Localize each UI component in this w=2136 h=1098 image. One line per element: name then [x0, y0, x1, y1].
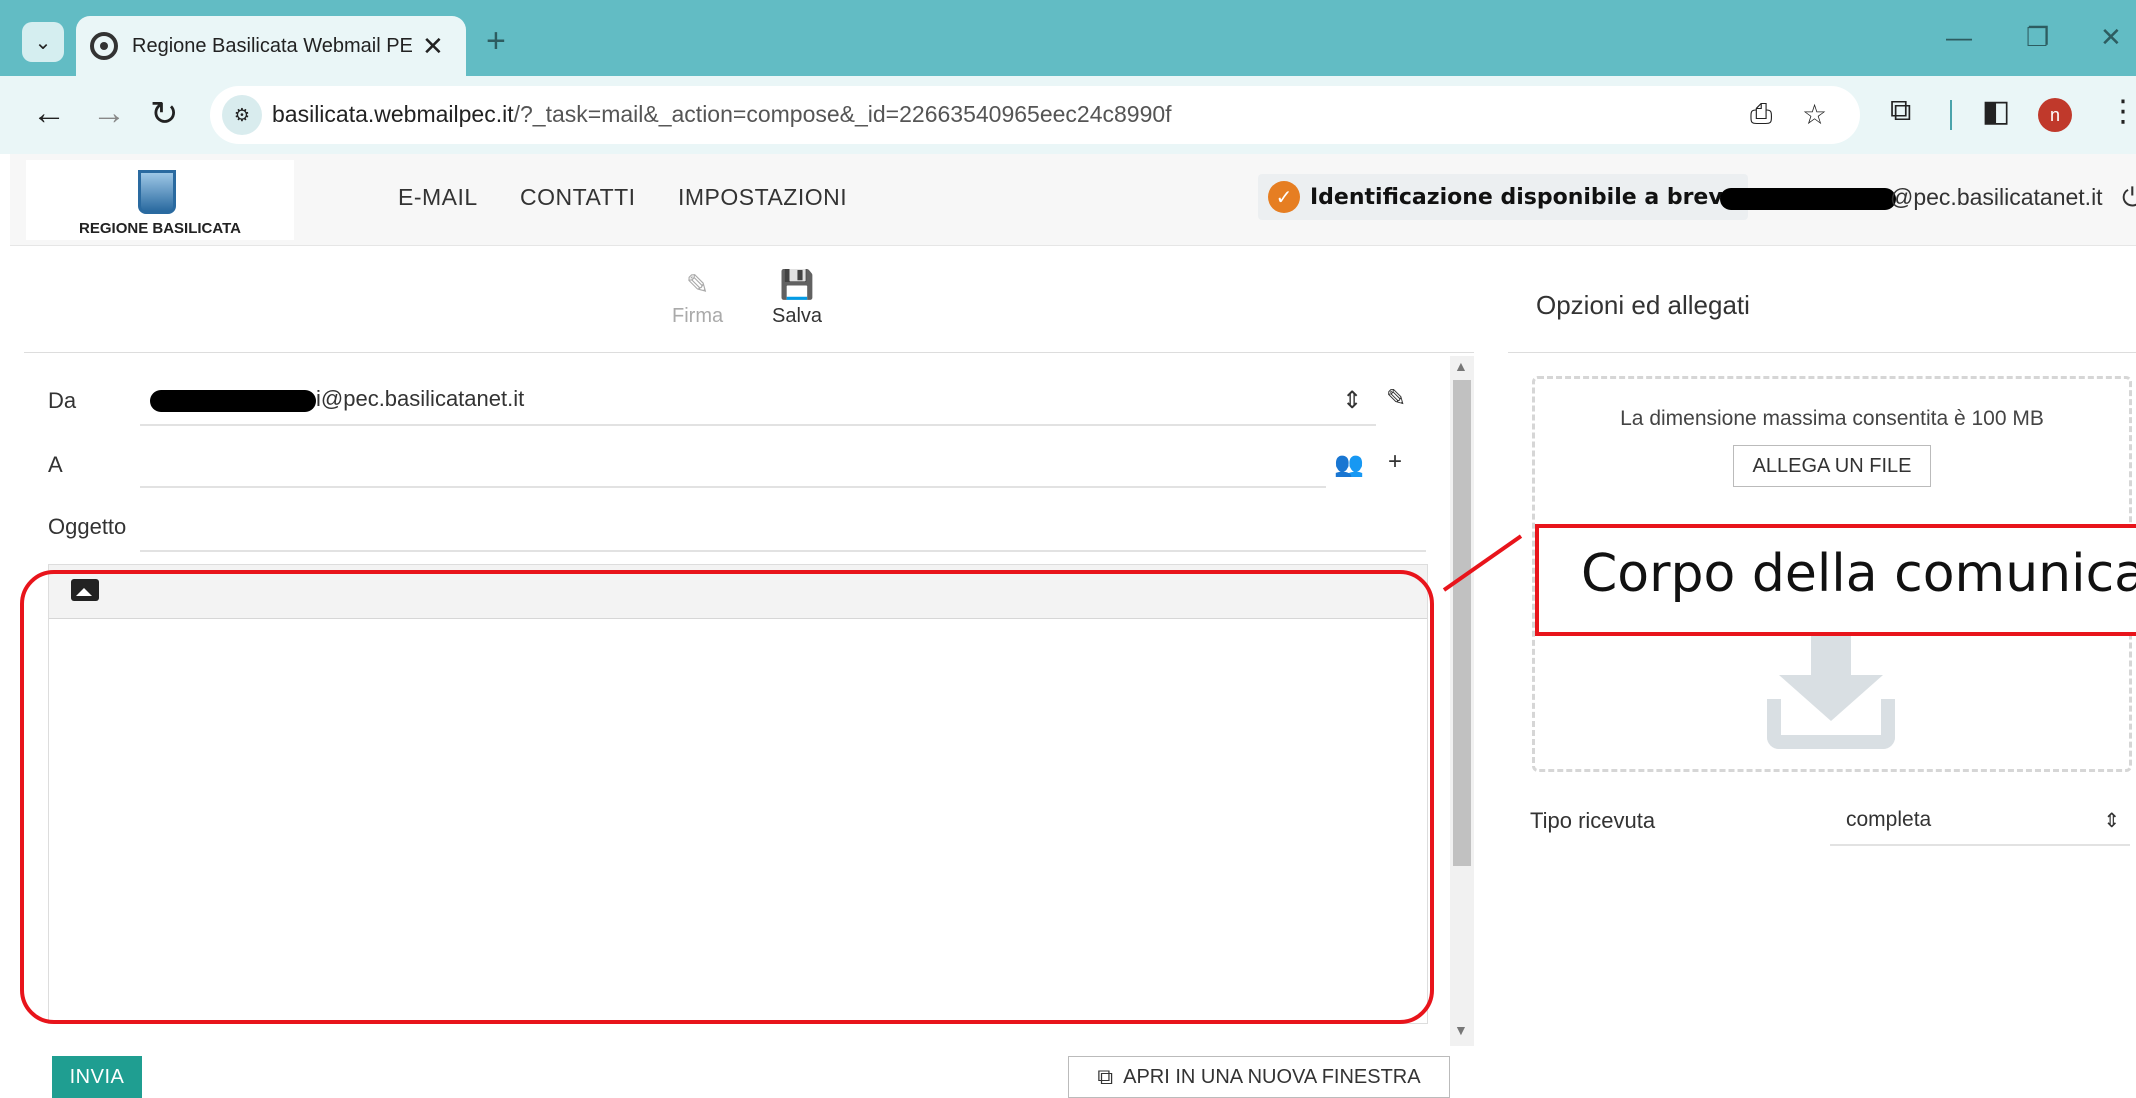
- address-url[interactable]: basilicata.webmailpec.it/?_task=mail&_ac…: [272, 101, 1172, 128]
- browser-tab-active[interactable]: Regione Basilicata Webmail PEC ✕: [76, 16, 466, 76]
- firma-button[interactable]: ✎ Firma: [672, 268, 723, 328]
- chevron-down-icon: ⌄: [34, 31, 52, 54]
- to-input[interactable]: [140, 486, 1326, 488]
- add-recipient-icon[interactable]: +: [1388, 448, 1402, 476]
- firma-label: Firma: [672, 305, 724, 327]
- identification-text: Identificazione disponibile a breve: [1310, 184, 1738, 210]
- address-bar[interactable]: ⚙ basilicata.webmailpec.it/?_task=mail&_…: [210, 86, 1860, 144]
- receipt-type-select[interactable]: completa ⇕: [1830, 800, 2130, 846]
- scroll-up-icon[interactable]: ▲: [1454, 358, 1468, 374]
- send-button[interactable]: INVIA: [52, 1056, 142, 1098]
- extensions-puzzle-icon[interactable]: ⧉: [1890, 94, 1911, 128]
- url-path: /?_task=mail&_action=compose&_id=2266354…: [513, 101, 1172, 127]
- to-label: A: [48, 452, 63, 477]
- annotation-text: Corpo della comunicazione: [1581, 544, 2136, 604]
- toolbar-divider: [1950, 100, 1952, 130]
- logout-power-icon[interactable]: ⏻: [2122, 182, 2136, 214]
- scroll-thumb[interactable]: [1453, 380, 1471, 866]
- menu-email[interactable]: E-MAIL: [398, 184, 478, 211]
- receipt-type-label: Tipo ricevuta: [1530, 808, 1656, 833]
- tab-title: Regione Basilicata Webmail PEC: [132, 34, 412, 57]
- reload-icon[interactable]: ↻: [150, 94, 179, 134]
- verified-check-icon: ✓: [1268, 181, 1300, 213]
- browser-navbar: ← → ↻ ⚙ basilicata.webmailpec.it/?_task=…: [0, 76, 2136, 154]
- tab-close-icon[interactable]: ✕: [422, 31, 444, 62]
- forward-icon[interactable]: →: [92, 94, 126, 133]
- toolbar-divider-line: [24, 352, 1474, 353]
- from-label: Da: [48, 388, 77, 413]
- user-email: @pec.basilicatanet.it: [1890, 184, 2103, 210]
- body-highlight-annotation: [20, 570, 1434, 1024]
- new-tab-button[interactable]: +: [486, 22, 506, 61]
- salva-label: Salva: [772, 305, 823, 327]
- subject-label: Oggetto: [48, 514, 127, 539]
- annotation-callout: Corpo della comunicazione: [1535, 524, 2136, 636]
- select-arrows-icon: ⇕: [2103, 810, 2120, 832]
- regione-shield-icon: [138, 170, 176, 214]
- app-header: REGIONE BASILICATA E-MAIL CONTATTI IMPOS…: [10, 154, 2136, 246]
- open-new-window-label: APRI IN UNA NUOVA FINESTRA: [1123, 1065, 1421, 1088]
- right-panel-divider: [1508, 352, 2136, 353]
- menu-impostazioni[interactable]: IMPOSTAZIONI: [678, 184, 847, 211]
- open-new-window-button[interactable]: ⧉ APRI IN UNA NUOVA FINESTRA: [1068, 1056, 1450, 1098]
- redaction-mark: [1720, 188, 1896, 210]
- pencil-icon: ✎: [685, 269, 710, 300]
- contacts-people-icon[interactable]: 👥: [1334, 450, 1364, 479]
- close-window-icon[interactable]: ✕: [2100, 22, 2122, 53]
- from-field-underline: [140, 424, 1376, 426]
- max-size-text: La dimensione massima consentita è 100 M…: [1620, 407, 2044, 430]
- browser-tabbar: ⌄ Regione Basilicata Webmail PEC ✕ + — ❐…: [0, 0, 2136, 76]
- profile-avatar[interactable]: n: [2038, 98, 2072, 132]
- side-panel-icon[interactable]: ◧: [1982, 94, 2010, 129]
- edit-identity-icon[interactable]: ✎: [1386, 384, 1406, 413]
- redaction-mark-from: [150, 390, 316, 412]
- receipt-type-value: completa: [1846, 808, 1932, 831]
- save-floppy-icon: 💾: [779, 269, 815, 300]
- logo-text: REGIONE BASILICATA: [79, 220, 241, 237]
- site-settings-icon[interactable]: ⚙: [222, 95, 262, 135]
- regione-logo[interactable]: REGIONE BASILICATA: [26, 160, 294, 240]
- subject-input[interactable]: [140, 550, 1426, 552]
- url-host: basilicata.webmailpec.it: [272, 101, 514, 127]
- download-tray-icon: [1767, 625, 1895, 751]
- external-link-icon: ⧉: [1097, 1064, 1114, 1089]
- salva-button[interactable]: 💾 Salva: [772, 268, 822, 328]
- attach-file-button[interactable]: ALLEGA UN FILE: [1733, 445, 1931, 487]
- menu-contatti[interactable]: CONTATTI: [520, 184, 636, 211]
- browser-menu-icon[interactable]: ⋮: [2108, 94, 2136, 129]
- compose-scrollbar[interactable]: ▲ ▼: [1450, 356, 1474, 1046]
- install-app-icon[interactable]: ⎙: [1750, 98, 1772, 131]
- tab-search-button[interactable]: ⌄: [22, 22, 64, 62]
- bookmark-star-icon[interactable]: ☆: [1802, 98, 1827, 131]
- back-icon[interactable]: ←: [32, 94, 66, 133]
- from-email-suffix: i@pec.basilicatanet.it: [316, 386, 525, 411]
- scroll-down-icon[interactable]: ▼: [1454, 1022, 1468, 1038]
- options-title: Opzioni ed allegati: [1536, 290, 1750, 320]
- select-arrows-icon[interactable]: ⇕: [1342, 386, 1362, 415]
- minimize-icon[interactable]: —: [1946, 22, 1972, 53]
- webmail-favicon-icon: [90, 32, 118, 60]
- identification-badge[interactable]: ✓ Identificazione disponibile a breve: [1258, 174, 1748, 220]
- restore-icon[interactable]: ❐: [2026, 22, 2049, 53]
